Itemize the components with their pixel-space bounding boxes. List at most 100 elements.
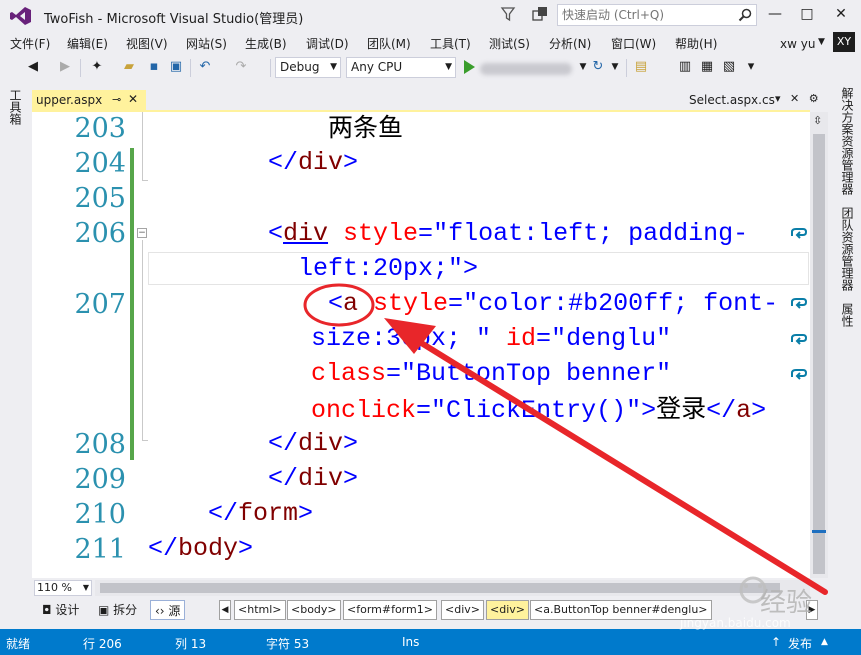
breadcrumb-prev-icon[interactable]: ◀ [219,600,231,620]
comment-icon[interactable]: ▦ [698,58,716,76]
refresh-icon[interactable]: ↻ [589,58,607,76]
code-delimiter: < [268,219,284,248]
platform-value: Any CPU [351,60,403,74]
split-view-label: 拆分 [113,603,138,617]
code-line-207[interactable]: <a style="color:#b200ff; font- [328,288,778,320]
outlining-guide [142,180,148,181]
breadcrumb-html[interactable]: <html> [234,600,286,620]
code-tag: div [298,464,344,493]
code-line-211[interactable]: </body> [148,533,253,565]
split-view-button[interactable]: ▣ 拆分 [94,600,141,620]
menu-tools[interactable]: 工具(T) [430,35,471,52]
source-view-button[interactable]: ‹› 源 [150,600,186,620]
collapse-icon[interactable]: − [137,228,147,238]
browser-link-icon[interactable]: ▤ [632,58,650,76]
toolbar-options-icon[interactable]: ▾ [742,58,760,76]
split-window-icon[interactable]: ⇳ [813,114,822,127]
code-delimiter: </ [706,396,737,425]
open-file-icon[interactable]: ▰ [120,58,138,76]
user-name[interactable]: xw yu [780,37,815,51]
menu-website[interactable]: 网站(S) [186,35,227,52]
menu-edit[interactable]: 编辑(E) [67,35,108,52]
menu-help[interactable]: 帮助(H) [675,35,717,52]
code-delimiter: > [238,534,254,563]
line-number: 207 [74,289,126,320]
menu-window[interactable]: 窗口(W) [611,35,656,52]
code-delimiter: > [343,464,359,493]
format-document-icon[interactable]: ▥ [676,58,694,76]
chevron-down-icon[interactable]: ▼ [606,58,624,76]
close-button[interactable]: ✕ [829,4,853,24]
publish-button[interactable]: 发布 [788,635,812,652]
solution-explorer-tab[interactable]: 解决方案资源管理器 [839,87,856,195]
search-icon[interactable] [738,8,752,22]
breadcrumb-body[interactable]: <body> [287,600,341,620]
menu-test[interactable]: 测试(S) [489,35,530,52]
line-number: 211 [74,534,126,565]
save-all-icon[interactable]: ▣ [167,58,185,76]
feedback-filter-icon[interactable] [500,6,516,22]
code-text: 登录 [656,394,707,423]
navigate-forward-icon[interactable]: ▶ [56,58,74,76]
toolbox-tab[interactable]: 工具箱 [7,89,24,125]
save-icon[interactable]: ▪ [145,58,163,76]
start-debugging-icon[interactable] [464,60,475,74]
breadcrumb-div[interactable]: <div> [441,600,484,620]
zoom-select[interactable]: 110 % ▼ [34,580,92,596]
menu-file[interactable]: 文件(F) [10,35,50,52]
quick-launch-box[interactable] [557,4,757,26]
menu-analyze[interactable]: 分析(N) [549,35,591,52]
line-number: 209 [74,464,126,495]
redo-icon[interactable]: ↷ [232,58,250,76]
notifications-icon[interactable] [532,6,548,22]
code-tag: a [736,396,752,425]
menu-view[interactable]: 视图(V) [126,35,168,52]
code-line-203[interactable]: 两条鱼 [328,112,403,146]
code-delimiter: > [343,429,359,458]
tab-select-aspx-cs[interactable]: Select.aspx.cs [689,93,775,107]
menu-team[interactable]: 团队(M) [367,35,411,52]
configuration-select[interactable]: Debug ▼ [275,57,341,78]
chevron-up-icon[interactable]: ▲ [821,637,828,647]
uncomment-icon[interactable]: ▧ [720,58,738,76]
code-line-208[interactable]: </div> [268,428,358,460]
menu-debug[interactable]: 调试(D) [306,35,349,52]
team-explorer-tab[interactable]: 团队资源管理器 [839,207,856,291]
current-line-highlight [148,252,809,285]
code-delimiter: = [386,359,402,388]
debug-target-redacted[interactable] [480,63,572,75]
code-line-206[interactable]: <div style="float:left; padding- [268,218,748,250]
close-icon[interactable]: ✕ [128,92,138,106]
undo-icon[interactable]: ↶ [196,58,214,76]
code-line-206-wrap[interactable]: left:20px;"> [298,253,478,285]
platform-select[interactable]: Any CPU ▼ [346,57,456,78]
code-tag: div [298,429,344,458]
code-line-207-wrap3[interactable]: onclick="ClickEntry()">登录</a> [311,393,766,427]
pin-icon[interactable]: ⊸ [112,93,121,106]
code-delimiter: > [463,254,479,283]
new-project-icon[interactable]: ✦ [88,58,106,76]
avatar[interactable]: XY [833,32,855,52]
code-line-204[interactable]: </div> [268,147,358,179]
navigate-back-icon[interactable]: ◀ [24,58,42,76]
code-line-207-wrap2[interactable]: class="ButtonTop benner" [311,358,671,390]
code-line-207-wrap1[interactable]: size:30px; " id="denglu" [311,323,671,355]
restore-button[interactable]: □ [795,4,819,24]
properties-tab[interactable]: 属性 [839,303,856,327]
design-view-button[interactable]: ◘ 设计 [38,600,83,620]
minimize-button[interactable]: — [763,4,787,24]
line-number: 208 [74,429,126,460]
publish-icon[interactable]: ↑ [771,635,781,649]
code-line-209[interactable]: </div> [268,463,358,495]
quick-launch-input[interactable] [558,5,728,25]
menu-build[interactable]: 生成(B) [245,35,287,52]
word-wrap-icon [791,228,808,239]
chevron-down-icon[interactable]: ▼ [818,37,825,47]
breadcrumb-div-selected[interactable]: <div> [486,600,529,620]
code-attribute: onclick [311,396,417,425]
tab-label[interactable]: upper.aspx [36,93,102,107]
tab-well-options-icon[interactable]: ▾ ✕ ⚙ [775,92,822,105]
scrollbar-thumb[interactable] [813,134,825,574]
breadcrumb-form[interactable]: <form#form1> [343,600,437,620]
code-line-210[interactable]: </form> [208,498,313,530]
